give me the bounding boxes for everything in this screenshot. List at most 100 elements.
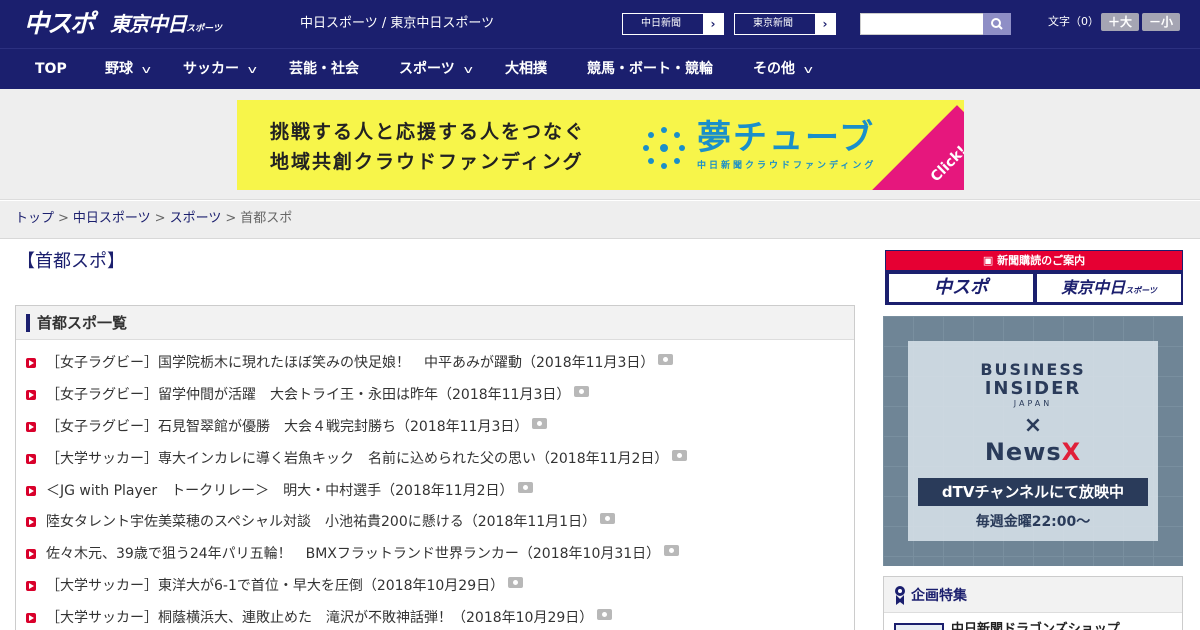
feature-header: 企画特集 <box>884 577 1182 613</box>
nav-label: スポーツ <box>399 61 455 77</box>
bullet-icon <box>26 517 36 527</box>
camera-icon <box>532 418 548 429</box>
subscribe-tokyo-button[interactable]: 東京中日スポーツ <box>1037 274 1181 302</box>
article-text-wrap: ［女子ラグビー］石見智翠館が優勝 大会４戦完封勝ち（2018年11月3日） <box>46 416 548 438</box>
article-title: ［女子ラグビー］石見智翠館が優勝 大会４戦完封勝ち（2018年11月3日） <box>46 419 529 435</box>
nav-item-baseball[interactable]: 野球 v <box>105 49 151 89</box>
camera-icon <box>574 386 590 397</box>
bullet-icon <box>26 422 36 432</box>
subscribe-tokyo-text: 東京中日 <box>1061 278 1126 297</box>
newspaper-icon: ▣ <box>982 254 998 267</box>
bullet-icon <box>26 486 36 496</box>
article-title: ［大学サッカー］専大インカレに導く岩魚キック 名前に込められた父の思い（2018… <box>46 451 669 467</box>
bi-japan: JAPAN <box>1013 399 1053 408</box>
article-title: ［大学サッカー］桐蔭横浜大、連敗止めた 滝沢が不敗神話弾！（2018年10月29… <box>46 610 594 626</box>
business-insider-ad[interactable]: BUSINESS INSIDER JAPAN × NewsX dTVチャンネルに… <box>883 316 1183 566</box>
chevron-right-icon: › <box>703 14 723 34</box>
top-header: 中スポ 東京中日スポーツ 中日スポーツ / 東京中日スポーツ 中日新聞 › 東京新… <box>0 0 1200 48</box>
article-list-box: 首都スポ一覧 ［女子ラグビー］国学院栃木に現れたほぼ笑みの快足娘！ 中平あみが躍… <box>15 305 855 630</box>
breadcrumb-sports[interactable]: スポーツ <box>170 211 222 226</box>
article-title: 陸女タレント宇佐美菜穂のスペシャル対談 小池祐貴200に懸ける（2018年11月… <box>46 514 597 530</box>
medal-icon <box>895 586 905 605</box>
article-text-wrap: ［大学サッカー］専大インカレに導く岩魚キック 名前に込められた父の思い（2018… <box>46 448 688 470</box>
bullet-icon <box>26 613 36 623</box>
page-title: 【首都スポ】 <box>17 251 125 272</box>
tokyo-logo-text: 東京中日 <box>110 12 187 36</box>
camera-icon <box>672 450 688 461</box>
feature-box: 企画特集 中日新聞ドラゴンズショップ <box>883 576 1183 630</box>
breadcrumb-top[interactable]: トップ <box>15 211 54 226</box>
nav-label: その他 <box>753 61 795 77</box>
camera-icon <box>600 513 616 524</box>
cross-icon: × <box>1023 413 1043 438</box>
feature-thumbnail[interactable] <box>894 623 944 630</box>
breadcrumb-separator: > <box>225 211 237 226</box>
banner-area: 挑戦する人と応援する人をつなぐ 地域共創クラウドファンディング 夢チューブ 中日… <box>0 89 1200 200</box>
breadcrumb-chunichi-sports[interactable]: 中日スポーツ <box>73 211 151 226</box>
heading-bar <box>26 314 30 332</box>
breadcrumb: トップ > 中日スポーツ > スポーツ > 首都スポ <box>0 201 1200 239</box>
newsx-news: News <box>984 438 1062 466</box>
font-size-label: 文字（0） <box>1048 15 1099 28</box>
crowdfunding-ad-banner[interactable]: 挑戦する人と応援する人をつなぐ 地域共創クラウドファンディング 夢チューブ 中日… <box>237 100 964 190</box>
chunichi-shimbun-button[interactable]: 中日新聞 › <box>622 13 724 35</box>
camera-icon <box>658 354 674 365</box>
list-header: 首都スポ一覧 <box>16 306 854 340</box>
chevron-down-icon: v <box>141 63 151 76</box>
site-caption: 中日スポーツ / 東京中日スポーツ <box>300 16 495 31</box>
search-input[interactable] <box>860 13 984 35</box>
tokyo-shimbun-label: 東京新聞 <box>753 18 793 29</box>
nav-item-top[interactable]: TOP <box>35 49 67 89</box>
subscribe-chuspo-button[interactable]: 中スポ <box>889 274 1033 302</box>
feature-item-link[interactable]: 中日新聞ドラゴンズショップ <box>951 621 1120 630</box>
camera-icon <box>508 577 524 588</box>
chunichi-shimbun-label: 中日新聞 <box>641 18 681 29</box>
bi-insider: INSIDER <box>984 378 1082 399</box>
breadcrumb-current: 首都スポ <box>240 211 293 226</box>
article-title: ［女子ラグビー］留学仲間が活躍 大会トライ王・永田は昨年（2018年11月3日） <box>46 387 571 403</box>
nav-item-soccer[interactable]: サッカー v <box>183 49 257 89</box>
camera-icon <box>664 545 680 556</box>
nav-label: 芸能・社会 <box>289 61 359 77</box>
subscribe-tokyo-small: スポーツ <box>1125 286 1157 295</box>
breadcrumb-separator: > <box>58 211 69 226</box>
newsx-logo: NewsX <box>908 437 1158 467</box>
nav-item-sports[interactable]: スポーツ v <box>399 49 473 89</box>
broadcast-time: 毎週金曜22:00〜 <box>975 514 1091 530</box>
chevron-down-icon: v <box>247 63 257 76</box>
font-size-decrease-button[interactable]: －小 <box>1142 13 1180 31</box>
font-size-increase-button[interactable]: ＋大 <box>1101 13 1139 31</box>
nav-label: 大相撲 <box>505 61 547 77</box>
article-title: ［大学サッカー］東洋大が6-1で首位・早大を圧倒（2018年10月29日） <box>46 578 505 594</box>
nav-item-racing[interactable]: 競馬・ボート・競輪 <box>587 49 713 89</box>
article-text-wrap: ＜JG with Player トークリレー＞ 明大・中村選手（2018年11月… <box>46 480 533 502</box>
subscription-heading-text: 新聞購読のご案内 <box>997 254 1086 267</box>
chevron-down-icon: v <box>463 63 473 76</box>
chevron-down-icon: v <box>803 63 813 76</box>
nav-item-other[interactable]: その他 v <box>753 49 813 89</box>
bi-business: BUSINESS <box>980 360 1086 379</box>
ad-text-line2: 地域共創クラウドファンディング <box>270 151 584 173</box>
bullet-icon <box>26 358 36 368</box>
article-text-wrap: 陸女タレント宇佐美菜穂のスペシャル対談 小池祐貴200に懸ける（2018年11月… <box>46 511 616 533</box>
article-title: 佐々木元、39歳で狙う24年パリ五輪！ BMXフラットランド世界ランカー（201… <box>46 546 661 562</box>
nav-item-entertainment[interactable]: 芸能・社会 <box>289 49 359 89</box>
tokyo-shimbun-button[interactable]: 東京新聞 › <box>734 13 836 35</box>
subscription-heading: ▣ 新聞購読のご案内 <box>886 251 1182 270</box>
nav-item-sumo[interactable]: 大相撲 <box>505 49 547 89</box>
newsx-x: X <box>1061 438 1082 466</box>
chuspo-logo[interactable]: 中スポ <box>24 9 95 39</box>
article-text-wrap: ［女子ラグビー］国学院栃木に現れたほぼ笑みの快足娘！ 中平あみが躍動（2018年… <box>46 352 674 374</box>
ad-text-line1: 挑戦する人と応援する人をつなぐ <box>270 121 586 143</box>
nav-label: 野球 <box>105 61 133 77</box>
list-title: 首都スポ一覧 <box>37 314 128 332</box>
search-button[interactable] <box>983 13 1011 35</box>
subscription-box: ▣ 新聞購読のご案内 中スポ 東京中日スポーツ <box>885 250 1183 305</box>
tokyo-logo-small: スポーツ <box>186 24 222 34</box>
article-text-wrap: ［女子ラグビー］留学仲間が活躍 大会トライ王・永田は昨年（2018年11月3日） <box>46 384 590 406</box>
tokyo-chunichi-logo[interactable]: 東京中日スポーツ <box>110 11 222 42</box>
article-title: ［女子ラグビー］国学院栃木に現れたほぼ笑みの快足娘！ 中平あみが躍動（2018年… <box>46 355 655 371</box>
bullet-icon <box>26 581 36 591</box>
click-ribbon <box>872 105 964 190</box>
main-nav: TOP 野球 v サッカー v 芸能・社会 スポーツ v 大相撲 競馬・ボート・競輪 … <box>0 48 1200 89</box>
